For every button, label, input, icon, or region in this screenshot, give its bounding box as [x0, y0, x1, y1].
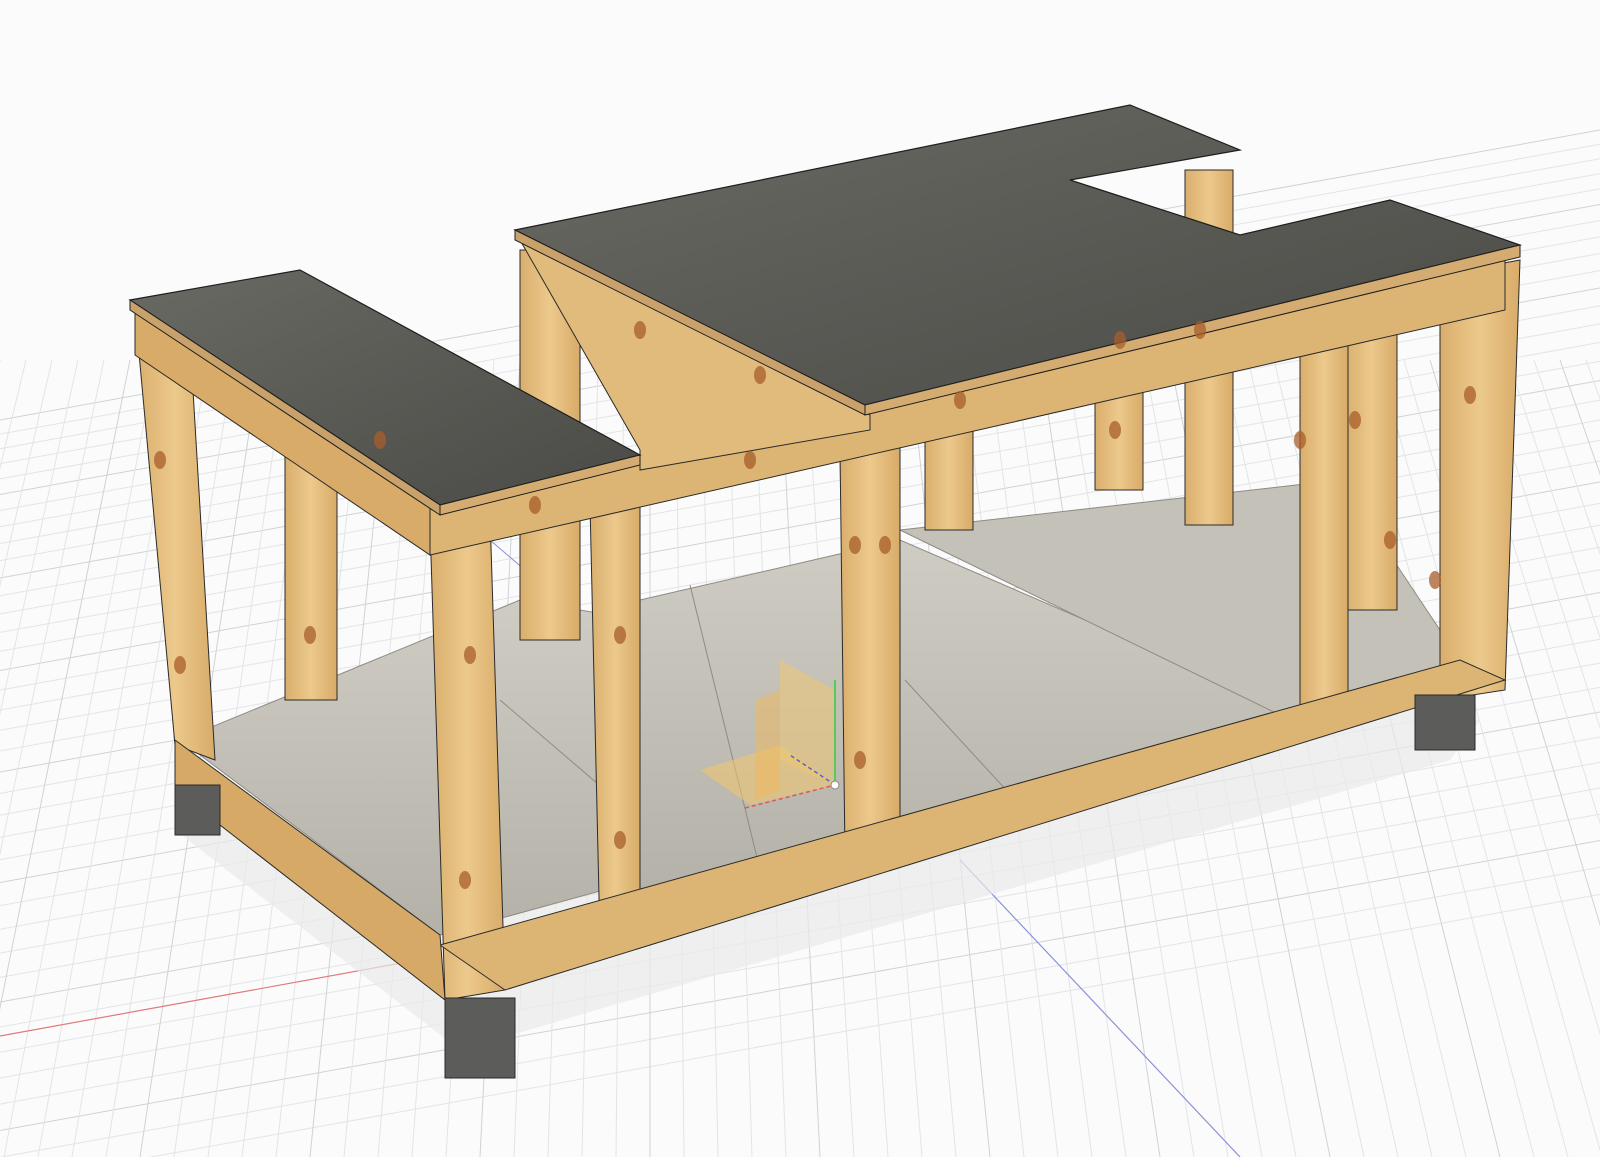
- wood-knot: [954, 391, 966, 409]
- wood-knot: [614, 831, 626, 849]
- wood-knot: [464, 646, 476, 664]
- wood-knot: [1194, 321, 1206, 339]
- foot: [174, 784, 221, 836]
- wood-knot: [459, 871, 471, 889]
- grid-line: [0, 359, 79, 716]
- wood-knot: [849, 536, 861, 554]
- wood-knot: [374, 431, 386, 449]
- wood-knot: [1429, 571, 1441, 589]
- wood-knot: [1384, 531, 1396, 549]
- viewport-canvas[interactable]: [0, 0, 1600, 1157]
- wood-knot: [879, 536, 891, 554]
- post: [284, 454, 338, 701]
- wood-knot: [304, 626, 316, 644]
- grid-line: [1585, 359, 1600, 401]
- wood-knot: [1464, 386, 1476, 404]
- wood-knot: [634, 321, 646, 339]
- grid-line: [1507, 359, 1600, 640]
- leg-front-right: [839, 439, 901, 856]
- wood-knot: [754, 366, 766, 384]
- wood-knot: [174, 656, 186, 674]
- wood-knot: [744, 451, 756, 469]
- wood-knot: [154, 451, 166, 469]
- wood-knot: [1114, 331, 1126, 349]
- grid-line: [1533, 359, 1600, 555]
- wood-knot: [1349, 411, 1361, 429]
- leg-right-front: [1439, 259, 1521, 701]
- post: [1344, 329, 1398, 611]
- origin-plane-xy: [755, 690, 780, 800]
- wood-knot: [854, 751, 866, 769]
- grid-line: [0, 359, 53, 588]
- wood-knot: [529, 496, 541, 514]
- grid-line: [0, 359, 27, 471]
- origin-point[interactable]: [830, 780, 840, 790]
- wood-knot: [1109, 421, 1121, 439]
- post: [1184, 359, 1234, 526]
- 3d-viewport[interactable]: [0, 0, 1600, 1157]
- foot: [444, 997, 516, 1079]
- post: [1299, 319, 1349, 716]
- wood-knot: [614, 626, 626, 644]
- foot: [1414, 694, 1476, 751]
- wood-knot: [1294, 431, 1306, 449]
